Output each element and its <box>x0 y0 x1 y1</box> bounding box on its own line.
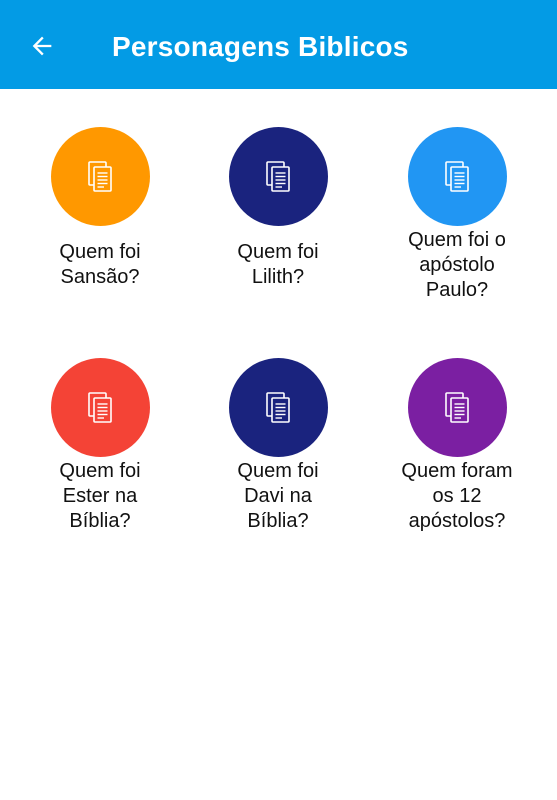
documents-icon <box>88 391 112 423</box>
card-icon-circle <box>407 127 507 226</box>
card-label: Quem foi Ester na Bíblia? <box>59 460 141 532</box>
app-bar: Personagens Biblicos <box>0 0 557 89</box>
back-button[interactable] <box>22 26 62 66</box>
card-icon-circle <box>228 127 328 226</box>
card-label: Quem foi Sansão? <box>59 241 141 288</box>
card-icon-circle <box>50 358 150 457</box>
card-apostolos[interactable]: Quem foram os 12 apóstolos? <box>372 358 542 534</box>
arrow-left-icon <box>32 36 52 56</box>
card-paulo[interactable]: Quem foi o apóstolo Paulo? <box>372 127 542 303</box>
card-label: Quem foi o apóstolo Paulo? <box>408 229 506 301</box>
card-lilith[interactable]: Quem foi Lilith? <box>193 127 363 290</box>
card-davi[interactable]: Quem foi Davi na Bíblia? <box>193 358 363 534</box>
card-icon-circle <box>50 127 150 226</box>
card-label: Quem foi Lilith? <box>237 241 319 288</box>
documents-icon <box>445 160 469 192</box>
card-icon-circle <box>228 358 328 457</box>
card-ester[interactable]: Quem foi Ester na Bíblia? <box>15 358 185 534</box>
page-title: Personagens Biblicos <box>112 31 409 62</box>
documents-icon <box>266 391 290 423</box>
documents-icon <box>445 391 469 423</box>
card-label: Quem foi Davi na Bíblia? <box>237 460 319 532</box>
card-sansao[interactable]: Quem foi Sansão? <box>15 127 185 290</box>
card-icon-circle <box>407 358 507 457</box>
card-label: Quem foram os 12 apóstolos? <box>401 460 513 532</box>
documents-icon <box>88 160 112 192</box>
documents-icon <box>266 160 290 192</box>
